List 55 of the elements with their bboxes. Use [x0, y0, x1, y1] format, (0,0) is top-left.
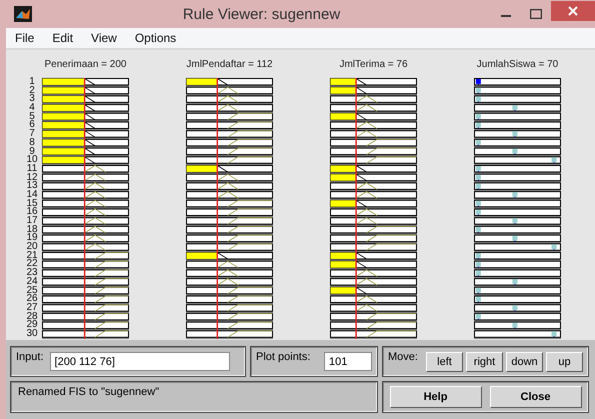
maximize-button[interactable] — [530, 9, 542, 19]
rule-number: 6 — [28, 121, 36, 130]
rule-number: 29 — [25, 321, 39, 330]
plot-points-label: Plot points: — [256, 351, 310, 363]
rule-number: 12 — [25, 174, 39, 182]
app-icon — [14, 6, 32, 22]
rule-number: 18 — [25, 226, 39, 234]
input-label: Input: — [16, 351, 44, 363]
menu-item[interactable]: Edit — [43, 31, 82, 45]
rule-number: 9 — [29, 148, 35, 156]
menu-item[interactable]: File — [6, 31, 44, 45]
rule-number: 24 — [25, 278, 39, 286]
move-button[interactable]: right — [466, 352, 503, 372]
rule-number: 1 — [28, 78, 36, 87]
variable-label: Penerimaan = 200 — [44, 58, 126, 72]
rule-number: 22 — [25, 260, 39, 270]
rule-number: 16 — [25, 208, 39, 217]
menu-item[interactable]: Options — [126, 31, 186, 45]
move-label: Move: — [388, 351, 418, 363]
rule-number: 28 — [25, 312, 39, 322]
rule-number: 4 — [28, 104, 36, 113]
variable-label: JmlPendaftar = 112 — [186, 58, 273, 72]
status-text: Renamed FIS to "sugennew" — [17, 386, 160, 398]
window-title: Rule Viewer: sugennew — [182, 6, 342, 22]
variable-label: JumlahSiswa = 70 — [476, 58, 558, 72]
rule-number: 7 — [28, 130, 36, 139]
move-button[interactable]: down — [506, 352, 543, 372]
rule-number: 14 — [25, 190, 39, 200]
rule-number: 3 — [28, 95, 36, 104]
rule-number: 10 — [25, 156, 39, 165]
close-button[interactable] — [551, 1, 595, 21]
move-button[interactable]: left — [426, 352, 463, 372]
rule-number: 11 — [26, 164, 38, 174]
rule-number: 20 — [25, 243, 39, 252]
variable-label: JmlTerima = 76 — [339, 58, 408, 72]
rule-number: 23 — [25, 269, 39, 278]
rule-number: 17 — [25, 217, 39, 226]
close-icon — [568, 6, 578, 16]
rule-number: 5 — [28, 112, 36, 122]
move-button[interactable]: up — [546, 352, 583, 372]
rule-number: 19 — [25, 234, 39, 244]
rule-number: 30 — [25, 330, 39, 339]
rule-number: 15 — [25, 200, 39, 208]
menu-item[interactable]: View — [82, 31, 126, 45]
rule-number: 25 — [25, 286, 39, 296]
plot-points-field[interactable]: 101 — [324, 352, 372, 371]
rule-number: 27 — [25, 304, 39, 313]
rule-number: 21 — [25, 252, 39, 260]
rule-number: 8 — [28, 138, 36, 148]
dialog-button[interactable]: Close — [490, 386, 582, 408]
rule-number: 2 — [28, 86, 36, 96]
rule-number: 26 — [25, 295, 39, 304]
dialog-button[interactable]: Help — [390, 386, 482, 408]
input-field[interactable]: [200 112 76] — [50, 352, 230, 371]
rule-number: 13 — [25, 182, 39, 191]
